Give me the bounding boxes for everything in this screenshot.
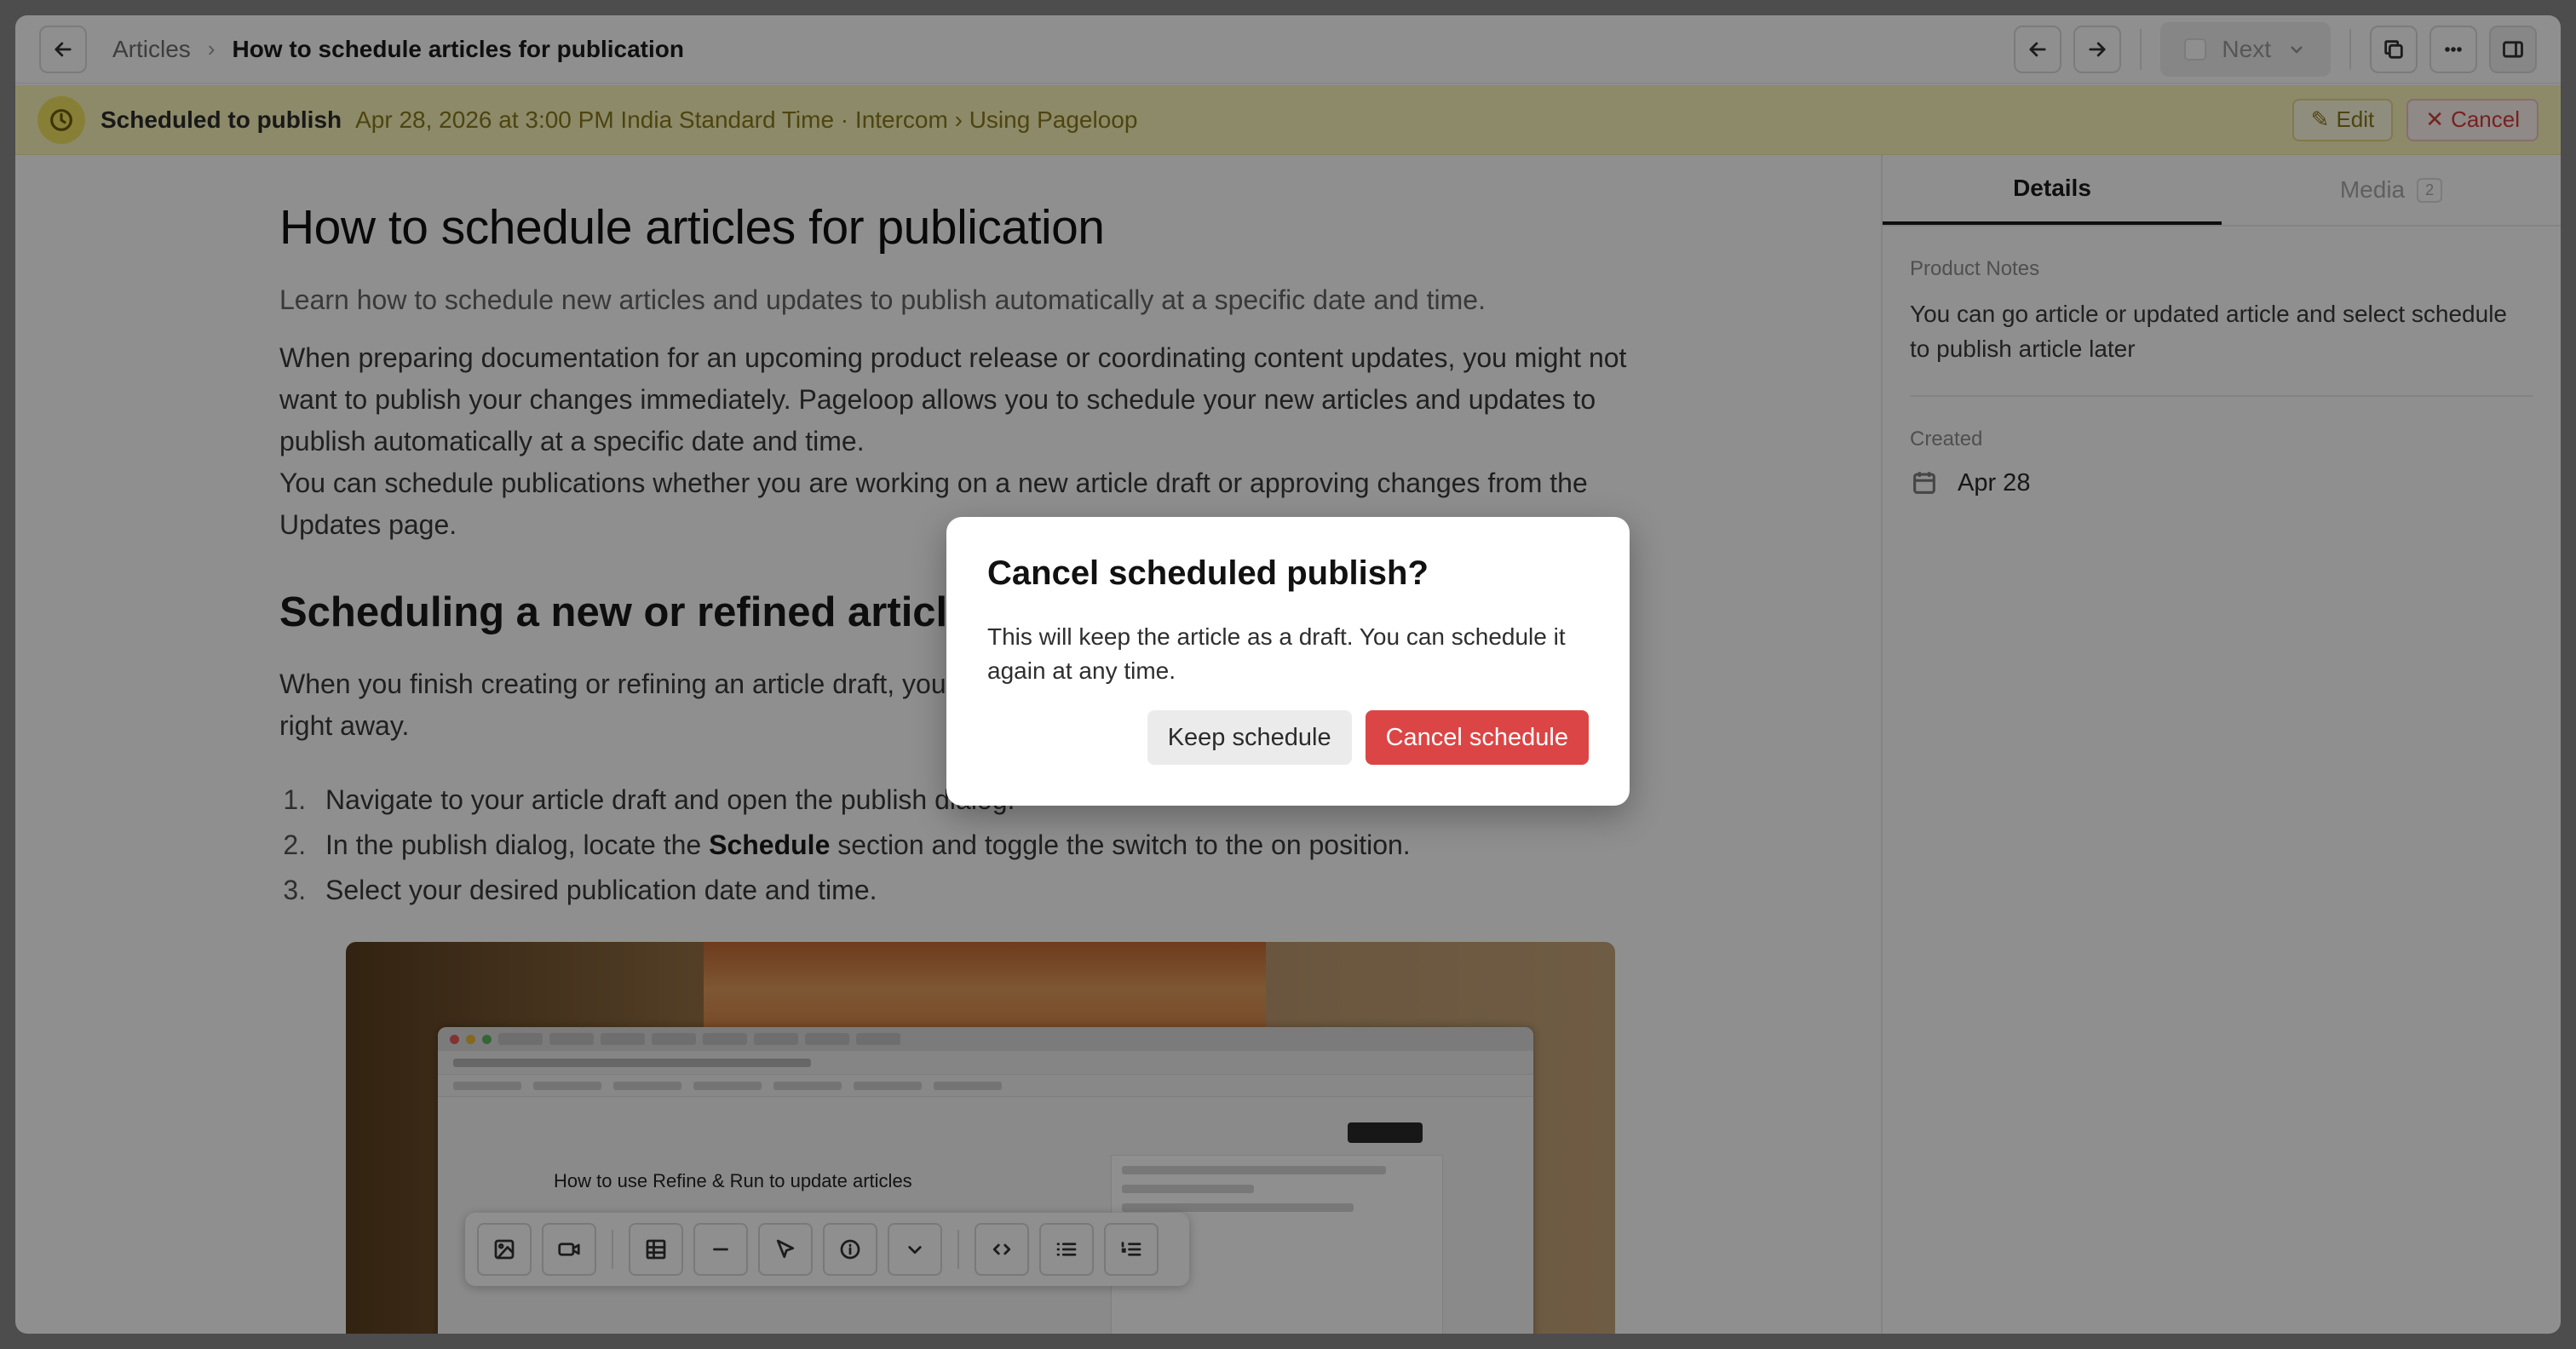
dialog-actions: Keep schedule Cancel schedule [1147,710,1589,765]
cancel-schedule-button[interactable]: Cancel schedule [1365,710,1589,765]
dialog-title: Cancel scheduled publish? [987,554,1429,592]
cancel-schedule-dialog: Cancel scheduled publish? This will keep… [946,517,1630,806]
keep-schedule-button[interactable]: Keep schedule [1147,710,1352,765]
dialog-body: This will keep the article as a draft. Y… [987,623,1566,684]
